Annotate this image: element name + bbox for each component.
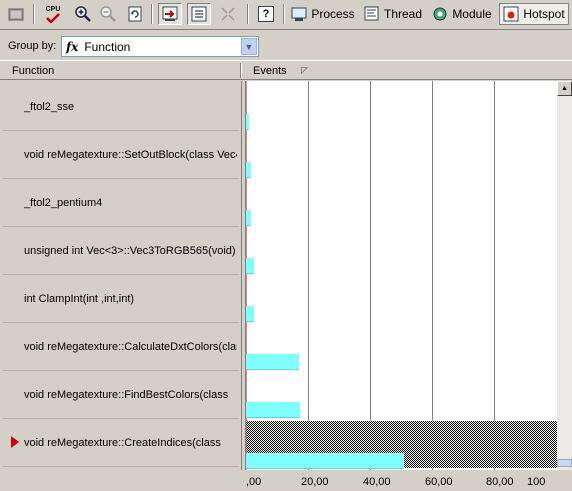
column-function[interactable]: Function bbox=[12, 65, 54, 77]
scroll-thumb[interactable] bbox=[557, 459, 572, 467]
function-name: void reMegatexture::FindBestColors(class bbox=[24, 388, 229, 401]
red-arrow-icon[interactable] bbox=[158, 3, 182, 25]
hotspot-icon bbox=[503, 6, 519, 22]
list-item[interactable]: void reMegatexture::SetOutBlock(class Ve… bbox=[3, 131, 239, 179]
x-axis: ,00 20,00 40,00 60,00 80,00 100 bbox=[242, 470, 572, 491]
function-name: unsigned int Vec<3>::Vec3ToRGB565(void) bbox=[24, 244, 236, 257]
toolbar: CPU ? Process Thread Module Hotspot bbox=[0, 0, 572, 30]
list-item-selected[interactable]: void reMegatexture::CreateIndices(class bbox=[3, 419, 239, 467]
x-tick-label: 40,00 bbox=[363, 476, 391, 488]
gridline bbox=[494, 81, 495, 470]
x-tick-label: 20,00 bbox=[301, 476, 329, 488]
thread-icon bbox=[364, 6, 379, 21]
function-list: _ftol2_sse void reMegatexture::SetOutBlo… bbox=[0, 81, 242, 470]
list-item[interactable]: _ftol2_sse bbox=[3, 83, 239, 131]
hotspot-view-button[interactable]: Hotspot bbox=[499, 3, 569, 25]
thread-label: Thread bbox=[383, 7, 423, 21]
expand-icon[interactable] bbox=[216, 3, 240, 25]
process-label: Process bbox=[311, 7, 355, 21]
gridline bbox=[308, 81, 309, 470]
list-item[interactable]: _ftol2_pentium4 bbox=[3, 179, 239, 227]
snapshot-icon[interactable] bbox=[4, 3, 28, 25]
groupby-bar: Group by: fx Function ▼ bbox=[0, 31, 572, 60]
events-chart bbox=[246, 81, 557, 470]
event-bar bbox=[246, 258, 254, 274]
hotspot-label: Hotspot bbox=[523, 7, 565, 21]
module-view-button[interactable]: Module bbox=[430, 3, 494, 25]
event-bar bbox=[246, 210, 251, 226]
function-name: _ftol2_pentium4 bbox=[24, 196, 103, 209]
thread-view-button[interactable]: Thread bbox=[362, 3, 424, 25]
event-bar bbox=[246, 453, 404, 469]
event-bar bbox=[246, 114, 249, 130]
function-name: _ftol2_sse bbox=[24, 100, 75, 113]
sort-indicator-icon: ◸ bbox=[301, 65, 308, 75]
function-name: void reMegatexture::SetOutBlock(class Ve… bbox=[24, 148, 237, 161]
module-label: Module bbox=[452, 7, 492, 21]
cpu-check-icon[interactable]: CPU bbox=[40, 3, 66, 25]
list-item[interactable]: int ClampInt(int ,int,int) bbox=[3, 275, 239, 323]
x-tick-label: 100 bbox=[527, 476, 546, 488]
current-row-marker-icon bbox=[11, 436, 19, 448]
function-name: void reMegatexture::CalculateDxtColors(c… bbox=[24, 340, 237, 353]
list-item[interactable]: unsigned int Vec<3>::Vec3ToRGB565(void) bbox=[3, 227, 239, 275]
process-view-button[interactable]: Process bbox=[290, 3, 356, 25]
event-bar bbox=[246, 162, 251, 178]
process-icon bbox=[291, 7, 307, 21]
scroll-up-icon[interactable]: ▲ bbox=[557, 81, 572, 96]
function-name: int ClampInt(int ,int,int) bbox=[24, 292, 135, 305]
groupby-value: Function bbox=[84, 39, 131, 54]
x-tick-label: ,00 bbox=[246, 476, 262, 488]
event-bar bbox=[246, 354, 299, 370]
list-item[interactable]: void reMegatexture::CalculateDxtColors(c… bbox=[3, 323, 239, 371]
event-bar bbox=[246, 402, 300, 418]
list-icon[interactable] bbox=[187, 3, 211, 25]
column-events[interactable]: Events bbox=[253, 65, 287, 77]
groupby-label: Group by: bbox=[8, 40, 57, 52]
function-icon: fx bbox=[66, 39, 79, 54]
column-header: Function Events ◸ bbox=[0, 60, 572, 80]
vertical-scrollbar[interactable]: ▲ ▼ bbox=[557, 81, 572, 470]
gridline bbox=[432, 81, 433, 470]
module-icon bbox=[433, 7, 447, 21]
zoom-in-icon[interactable] bbox=[72, 3, 94, 25]
chevron-down-icon[interactable]: ▼ bbox=[241, 38, 257, 55]
x-tick-label: 60,00 bbox=[425, 476, 453, 488]
zoom-out-icon[interactable] bbox=[97, 3, 119, 25]
refresh-icon[interactable] bbox=[124, 3, 146, 25]
column-divider[interactable] bbox=[240, 63, 242, 78]
event-bar bbox=[246, 306, 254, 322]
gridline bbox=[370, 81, 371, 470]
function-name: void reMegatexture::CreateIndices(class bbox=[24, 436, 221, 449]
x-tick-label: 80,00 bbox=[486, 476, 514, 488]
help-icon[interactable]: ? bbox=[256, 3, 276, 25]
groupby-select[interactable]: fx Function ▼ bbox=[61, 36, 259, 57]
list-item[interactable]: void reMegatexture::FindBestColors(class bbox=[3, 371, 239, 419]
